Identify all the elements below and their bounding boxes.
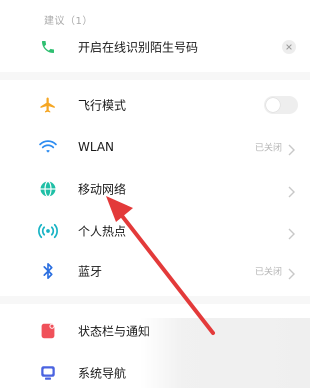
globe-icon — [37, 178, 59, 200]
bluetooth-icon — [37, 260, 59, 282]
setting-label: 移动网络 — [78, 182, 127, 197]
setting-label: WLAN — [78, 140, 115, 154]
notification-icon — [37, 320, 59, 342]
section-divider — [0, 296, 310, 304]
airplane-icon — [37, 94, 59, 116]
hotspot-icon — [37, 220, 59, 242]
setting-label: 飞行模式 — [78, 98, 127, 113]
suggest-header: 建议（1） — [44, 16, 93, 27]
suggestion-item-label: 开启在线识别陌生号码 — [78, 40, 199, 55]
setting-mobile-network[interactable]: 移动网络 — [0, 174, 310, 204]
navigation-icon — [37, 362, 59, 384]
airplane-mode-toggle[interactable] — [264, 96, 298, 114]
status-text: 已关闭 — [254, 143, 282, 154]
chevron-right-icon — [286, 141, 296, 156]
status-text: 已关闭 — [254, 267, 282, 278]
setting-label: 个人热点 — [78, 224, 127, 239]
setting-bluetooth[interactable]: 蓝牙 已关闭 — [0, 256, 310, 286]
close-icon[interactable] — [282, 40, 296, 54]
setting-airplane-mode[interactable]: 飞行模式 — [0, 90, 310, 120]
phone-icon — [37, 36, 59, 58]
chevron-right-icon — [286, 265, 296, 280]
section-divider — [0, 72, 310, 80]
setting-label: 蓝牙 — [78, 264, 103, 279]
wifi-icon — [37, 136, 59, 158]
setting-label: 系统导航 — [78, 366, 127, 381]
suggestion-item-unknown-number[interactable]: 开启在线识别陌生号码 — [0, 32, 310, 62]
setting-personal-hotspot[interactable]: 个人热点 — [0, 216, 310, 246]
setting-wlan[interactable]: WLAN 已关闭 — [0, 132, 310, 162]
chevron-right-icon — [286, 183, 296, 198]
chevron-right-icon — [286, 225, 296, 240]
toggle-knob — [266, 98, 280, 112]
blurred-overlay — [140, 318, 310, 388]
